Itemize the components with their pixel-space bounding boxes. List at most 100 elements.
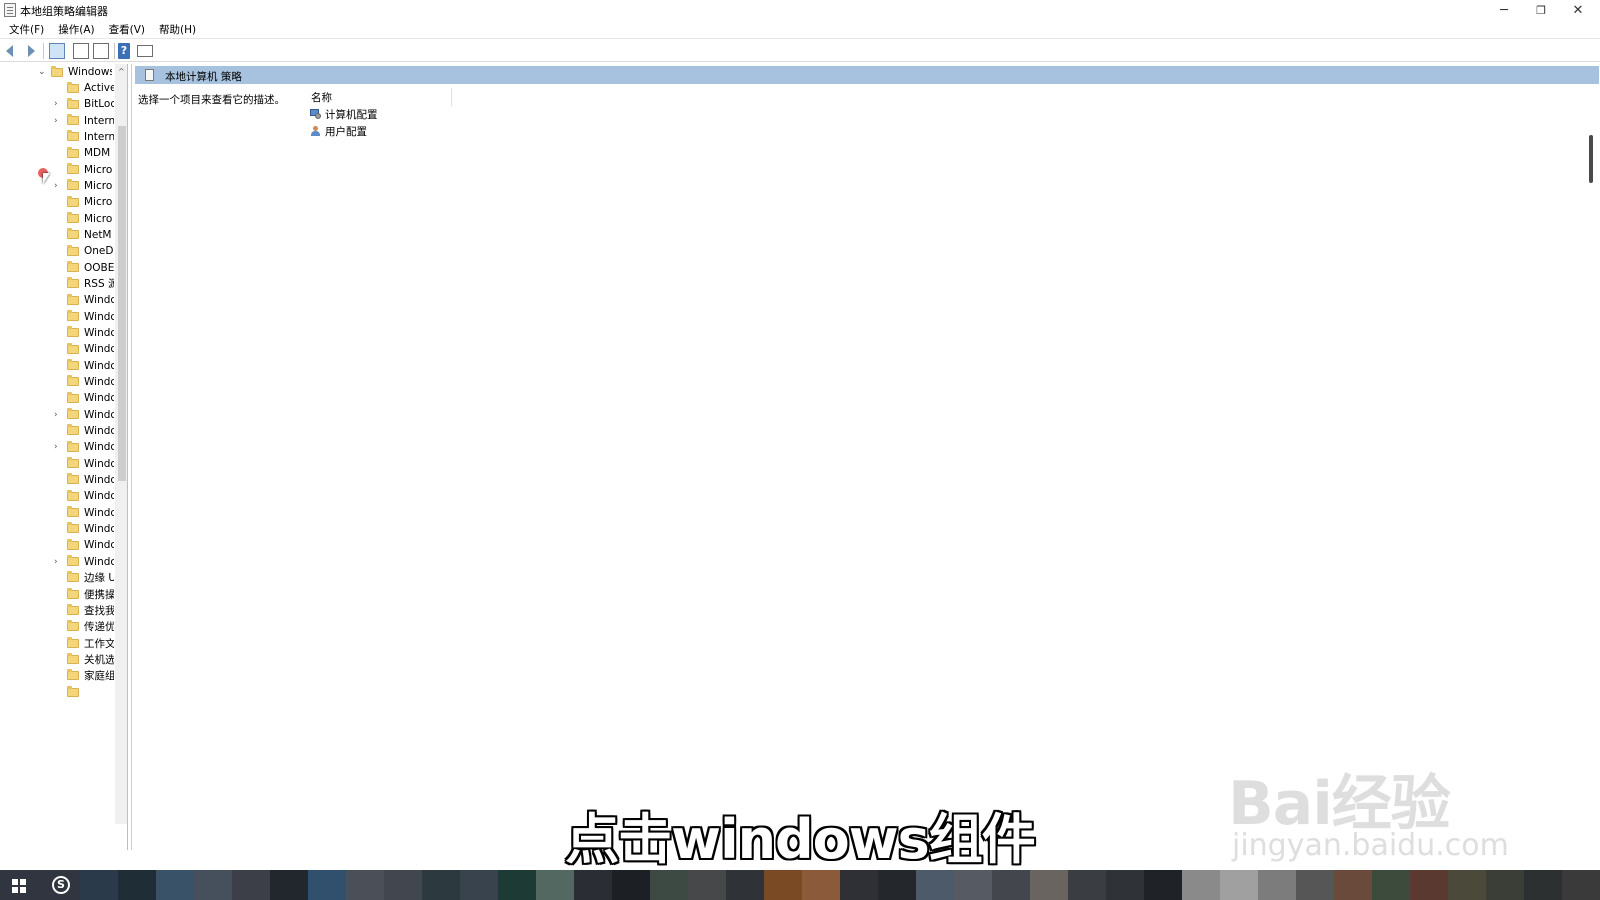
tree-node[interactable]: OneDi xyxy=(52,243,114,259)
tree-node-label: Windows xyxy=(68,66,112,78)
taskbar-tile xyxy=(270,870,308,900)
tree-node[interactable]: 传递优 xyxy=(52,619,114,635)
scroll-up-icon[interactable]: ^ xyxy=(118,67,125,76)
folder-icon xyxy=(51,65,63,77)
tree-node[interactable]: 查找我 xyxy=(52,603,114,619)
folder-icon xyxy=(67,489,79,501)
folder-icon xyxy=(67,326,79,338)
tree-node[interactable]: Windc xyxy=(52,505,114,521)
tree-node[interactable]: › Micro xyxy=(52,178,114,194)
chevron-right-icon[interactable]: › xyxy=(54,443,62,452)
tree-node[interactable]: Intern xyxy=(52,129,114,145)
tree-node[interactable]: RSS 源 xyxy=(52,276,114,292)
back-button[interactable] xyxy=(4,43,20,59)
start-button[interactable] xyxy=(12,879,26,893)
minimize-button[interactable]: ─ xyxy=(1486,0,1522,20)
folder-icon xyxy=(67,114,79,126)
taskbar-app-icon[interactable]: S xyxy=(52,876,70,894)
taskbar-tile xyxy=(726,870,764,900)
tree-vertical-scrollbar[interactable]: ^ xyxy=(115,64,127,824)
folder-icon xyxy=(67,195,79,207)
taskbar-tile xyxy=(764,870,802,900)
help-icon[interactable]: ? xyxy=(118,43,130,59)
restore-button[interactable]: ❐ xyxy=(1523,0,1559,20)
tree-node[interactable]: › Windc xyxy=(52,439,114,455)
tree-node[interactable]: OOBE xyxy=(52,260,114,276)
tree-node[interactable]: 家庭组 xyxy=(52,668,114,684)
windows-logo-icon xyxy=(12,879,18,885)
tree-node[interactable]: Windc xyxy=(52,537,114,553)
tree-node[interactable]: 边缘 U xyxy=(52,570,114,586)
folder-icon xyxy=(67,163,79,175)
tree-node[interactable]: Windc xyxy=(52,472,114,488)
tree-node[interactable]: Micro xyxy=(52,211,114,227)
tree-node[interactable]: Windc xyxy=(52,309,114,325)
close-button[interactable]: ✕ xyxy=(1560,0,1596,20)
tree-node-label: Windc xyxy=(84,473,114,486)
folder-icon xyxy=(67,212,79,224)
menu-help[interactable]: 帮助(H) xyxy=(154,20,201,38)
tree-node-label: Windc xyxy=(84,441,114,454)
tree-node-label: Windc xyxy=(84,392,114,405)
tree-node[interactable]: Windc xyxy=(52,488,114,504)
tree-node[interactable]: Windc xyxy=(52,390,114,406)
tree-node[interactable]: 关机选 xyxy=(52,652,114,668)
chevron-down-icon[interactable]: ⌄ xyxy=(38,68,46,77)
export-list-button[interactable] xyxy=(93,43,109,59)
toolbar: ? xyxy=(0,38,1600,62)
tree-node[interactable] xyxy=(52,684,114,700)
menu-view[interactable]: 查看(V) xyxy=(104,20,150,38)
tree-node[interactable]: › BitLoc xyxy=(52,96,114,112)
list-item-computer-config[interactable]: 计算机配置 xyxy=(310,106,378,122)
tree-node[interactable]: Windc xyxy=(52,423,114,439)
tree-node[interactable]: Windc xyxy=(52,456,114,472)
tree-node-label: Windc xyxy=(84,457,114,470)
taskbar-tile xyxy=(80,870,118,900)
tree-node[interactable]: Micro xyxy=(52,162,114,178)
tree-node[interactable]: MDM xyxy=(52,145,114,161)
tree-node[interactable]: › Windc xyxy=(52,407,114,423)
folder-icon xyxy=(67,228,79,240)
tree-node-label: Windc xyxy=(84,408,114,421)
tree-node-label: Windc xyxy=(84,555,114,568)
tree-scroll-thumb[interactable] xyxy=(118,126,126,481)
menu-file[interactable]: 文件(F) xyxy=(4,20,49,38)
forward-button[interactable] xyxy=(22,43,38,59)
tree-node[interactable]: Windc xyxy=(52,374,114,390)
menu-action[interactable]: 操作(A) xyxy=(53,20,99,38)
folder-icon xyxy=(67,342,79,354)
chevron-right-icon[interactable]: › xyxy=(54,557,62,566)
folder-icon xyxy=(67,604,79,616)
user-config-icon xyxy=(310,125,322,137)
tree-node-windows-components[interactable]: ⌄ Windows xyxy=(36,64,112,80)
tree-node[interactable]: Windc xyxy=(52,521,114,537)
tree-node[interactable]: Windc xyxy=(52,325,114,341)
list-item-label: 用户配置 xyxy=(325,125,367,138)
tree-node[interactable]: Windc xyxy=(52,292,114,308)
properties-button[interactable] xyxy=(73,43,89,59)
chevron-right-icon[interactable]: › xyxy=(54,116,62,125)
column-header-name[interactable]: 名称 xyxy=(308,88,452,106)
show-hide-tree-button[interactable] xyxy=(49,43,65,59)
taskbar-tile xyxy=(118,870,156,900)
folder-icon xyxy=(67,457,79,469)
tree-node[interactable]: › Intern xyxy=(52,113,114,129)
filter-view-button[interactable] xyxy=(137,45,153,57)
tree-node[interactable]: Windc xyxy=(52,341,114,357)
folder-icon xyxy=(67,587,79,599)
chevron-right-icon[interactable]: › xyxy=(54,410,62,419)
tree-node[interactable]: Windc xyxy=(52,358,114,374)
taskbar-tile xyxy=(878,870,916,900)
tree-node[interactable]: Micro xyxy=(52,194,114,210)
tree-node[interactable]: NetM xyxy=(52,227,114,243)
taskbar-tile xyxy=(1258,870,1296,900)
right-edge-scroll-indicator[interactable] xyxy=(1589,135,1593,183)
taskbar-tile xyxy=(1144,870,1182,900)
tree-node[interactable]: Active xyxy=(52,80,114,96)
tree-node[interactable]: 工作文 xyxy=(52,635,114,651)
tree-pane[interactable]: ⌄ Windows Active › BitLoc › Intern Intern MDM M… xyxy=(0,64,128,850)
tree-node[interactable]: › Windc xyxy=(52,554,114,570)
list-item-user-config[interactable]: 用户配置 xyxy=(310,123,367,139)
chevron-right-icon[interactable]: › xyxy=(54,100,62,109)
tree-node[interactable]: 便携操 xyxy=(52,586,114,602)
